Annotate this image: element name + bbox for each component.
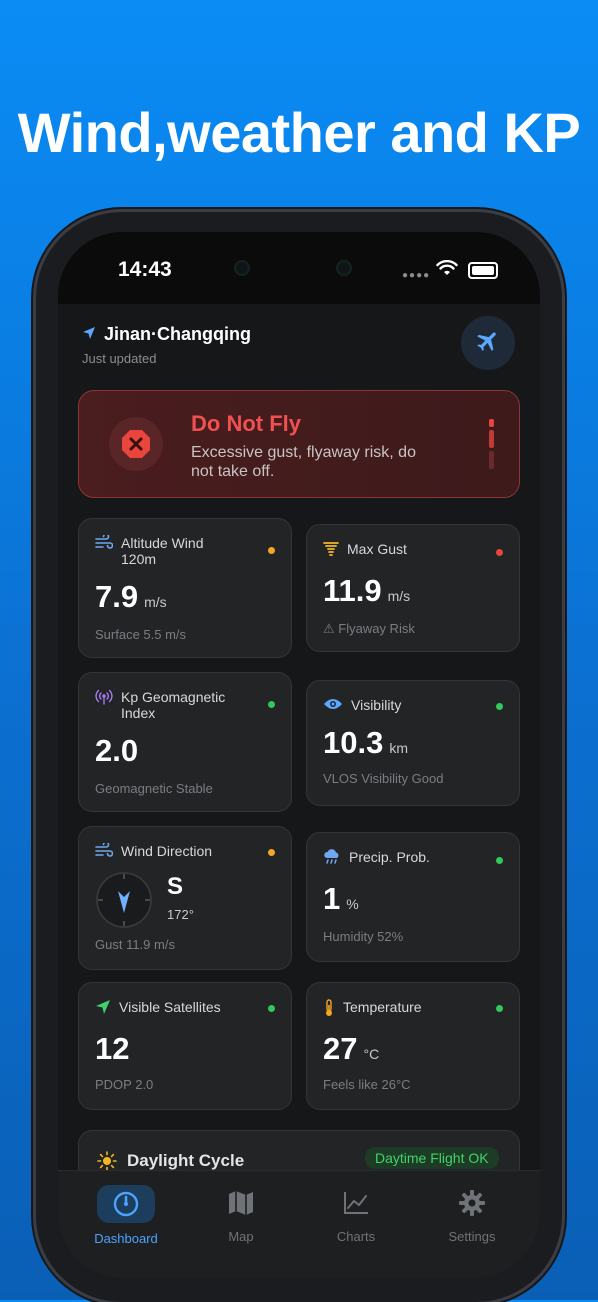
temperature-card[interactable]: Temperature 27 °C Feels like 26°C: [306, 982, 520, 1110]
altitude-wind-card[interactable]: Altitude Wind 120m 7.9 m/s Surface 5.5 m/…: [78, 518, 292, 658]
card-value: 11.9: [323, 573, 382, 608]
tab-dashboard[interactable]: Dashboard: [76, 1185, 176, 1246]
card-subtext: Surface 5.5 m/s: [95, 627, 187, 642]
gear-icon: [422, 1185, 522, 1221]
location-name: Jinan·Changqing: [104, 324, 251, 344]
gauge-icon: [97, 1185, 155, 1223]
tab-charts[interactable]: Charts: [306, 1185, 406, 1244]
wind-icon: [95, 533, 114, 552]
card-label: Visible Satellites: [119, 999, 221, 1015]
airplane-icon: [475, 328, 501, 359]
card-subtext: ⚠ Flyaway Risk: [323, 621, 415, 636]
wind-direction-card[interactable]: Wind Direction S 172° Gust 11.9 m/s: [78, 826, 292, 970]
location-arrow-icon: [95, 999, 111, 1018]
card-subtext: Feels like 26°C: [323, 1077, 411, 1092]
status-bar: 14:43 ●●●●: [58, 232, 540, 302]
thermometer-icon: [323, 999, 335, 1020]
card-label: Temperature: [343, 999, 422, 1015]
kp-index-card[interactable]: Kp Geomagnetic Index 2.0 Geomagnetic Sta…: [78, 672, 292, 812]
card-value: 27: [323, 1031, 358, 1066]
card-unit: °C: [363, 1046, 380, 1062]
alert-title: Do Not Fly: [191, 411, 301, 436]
tab-map[interactable]: Map: [191, 1185, 291, 1244]
card-label: Altitude Wind 120m: [121, 535, 204, 567]
flight-alert-banner[interactable]: Do Not Fly Excessive gust, flyaway risk,…: [78, 390, 520, 498]
precip-card[interactable]: Precip. Prob. 1% Humidity 52%: [306, 832, 520, 962]
location-header[interactable]: Jinan·Changqing Just updated: [82, 324, 251, 366]
map-icon: [191, 1185, 291, 1221]
headline: Wind,weather and KP: [17, 101, 581, 164]
risk-level-bars: [489, 419, 495, 472]
card-unit: m/s: [387, 588, 411, 604]
card-label: Wind Direction: [121, 843, 213, 859]
last-updated: Just updated: [82, 351, 157, 366]
card-unit: km: [389, 740, 409, 756]
max-gust-card[interactable]: Max Gust 11.9 m/s ⚠ Flyaway Risk: [306, 524, 520, 652]
card-subtext: VLOS Visibility Good: [323, 771, 444, 786]
wind-degrees: 172°: [167, 907, 194, 922]
status-dot: [268, 547, 275, 554]
status-time: 14:43: [118, 258, 172, 281]
wind-direction-value: S: [167, 873, 184, 900]
card-label: Kp Geomagnetic Index: [121, 689, 226, 721]
tab-settings[interactable]: Settings: [422, 1185, 522, 1244]
tab-bar: Dashboard Map Charts Settings: [58, 1170, 540, 1278]
card-value: 12: [95, 1031, 130, 1066]
tab-label: Settings: [448, 1229, 496, 1244]
cloud-rain-icon: [323, 849, 341, 868]
sensor-icon: [336, 260, 352, 276]
flight-mode-button[interactable]: [461, 316, 515, 370]
card-unit: %: [346, 896, 359, 912]
stop-icon: [109, 417, 163, 471]
alert-message: Excessive gust, flyaway risk, do not tak…: [191, 444, 416, 480]
status-dot: [496, 549, 503, 556]
visibility-card[interactable]: Visibility 10.3 km VLOS Visibility Good: [306, 680, 520, 806]
card-label: Max Gust: [347, 541, 407, 557]
card-value: 1: [323, 881, 341, 916]
chart-icon: [306, 1185, 406, 1221]
camera-icon: [234, 260, 250, 276]
status-dot: [496, 857, 503, 864]
compass-icon: [95, 871, 153, 934]
daylight-title: Daylight Cycle: [127, 1151, 245, 1170]
wind-icon: [95, 841, 114, 860]
tab-label: Map: [228, 1229, 254, 1244]
status-dot: [268, 849, 275, 856]
phone-screen: 14:43 ●●●● Jinan·Changqing Just updated: [58, 232, 540, 1278]
tornado-icon: [323, 541, 339, 560]
dashboard-content: Jinan·Changqing Just updated Do Not Fly …: [58, 304, 540, 1192]
antenna-icon: [95, 689, 113, 708]
card-unit: m/s: [144, 594, 167, 610]
wifi-icon: [436, 259, 458, 281]
card-subtext: Humidity 52%: [323, 929, 404, 944]
card-subtext: Geomagnetic Stable: [95, 781, 213, 796]
status-dot: [268, 1005, 275, 1012]
location-arrow-icon: [82, 324, 96, 345]
tab-label: Charts: [336, 1229, 376, 1244]
card-value: 10.3: [323, 725, 384, 760]
signal-icon: ●●●●: [402, 270, 431, 281]
status-dot: [496, 703, 503, 710]
card-label: Visibility: [351, 697, 402, 713]
daylight-status-badge: Daytime Flight OK: [365, 1147, 499, 1169]
card-label: Precip. Prob.: [349, 849, 430, 865]
battery-icon: [468, 262, 498, 279]
card-value: 2.0: [95, 733, 139, 768]
tab-label: Dashboard: [94, 1231, 158, 1246]
satellites-card[interactable]: Visible Satellites 12 PDOP 2.0: [78, 982, 292, 1110]
card-value: 7.9: [95, 579, 139, 614]
status-dot: [496, 1005, 503, 1012]
eye-icon: [323, 697, 343, 714]
card-subtext: Gust 11.9 m/s: [95, 937, 175, 952]
card-subtext: PDOP 2.0: [95, 1077, 154, 1092]
status-dot: [268, 701, 275, 708]
